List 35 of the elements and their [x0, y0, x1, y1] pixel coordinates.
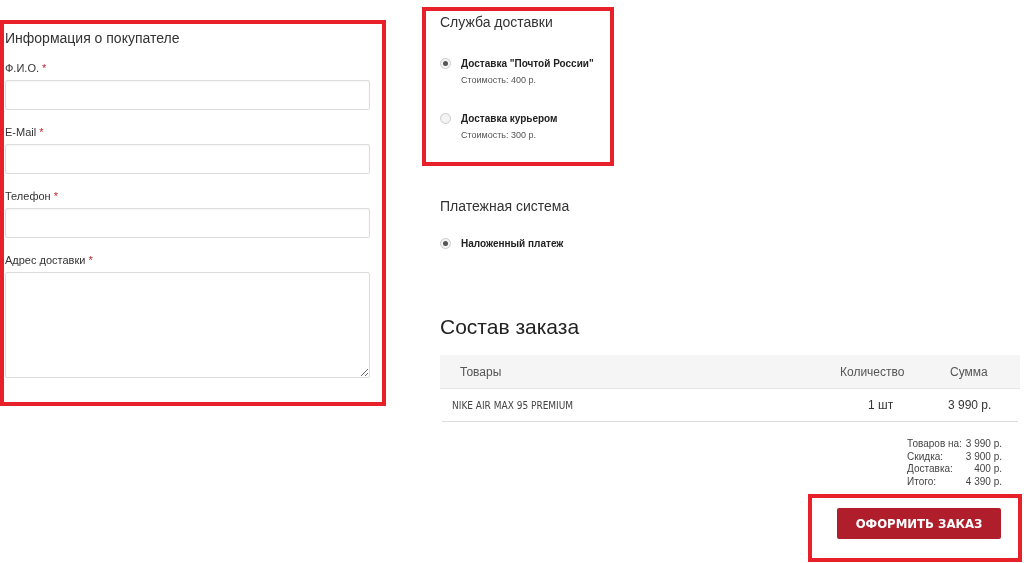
- field-label: Адрес доставки *: [5, 254, 94, 266]
- total-value: 400 р.: [973, 463, 1002, 476]
- input-field[interactable]: [5, 208, 370, 238]
- option-price: Стоимость: 400 р.: [461, 75, 538, 85]
- section-title: Служба доставки: [440, 14, 554, 30]
- total-value: 4 390 р.: [965, 475, 1002, 488]
- option-label: Доставка "Почтой России": [461, 58, 594, 69]
- field-label: E-Mail *: [5, 126, 45, 138]
- total-label: Доставка:: [907, 463, 954, 476]
- column-header: Количество: [840, 364, 906, 379]
- checkout-button[interactable]: ОФОРМИТЬ ЗАКАЗ: [837, 508, 1001, 539]
- option-price: Стоимость: 300 р.: [461, 130, 538, 140]
- input-field[interactable]: [5, 144, 370, 174]
- table-cell-text: 1 шт: [867, 398, 895, 412]
- table-cell-text: 3 990 р.: [948, 398, 993, 412]
- radio-button[interactable]: [440, 113, 451, 124]
- total-value: 3 900 р.: [965, 450, 1002, 463]
- table-cell-text: NIKE AIR MAX 95 PREMIUM: [451, 399, 575, 411]
- address-field[interactable]: [5, 272, 370, 378]
- total-value: 3 990 р.: [965, 438, 1002, 451]
- column-header: Сумма: [950, 364, 989, 379]
- total-label: Итого:: [907, 475, 938, 488]
- section-title: Платежная система: [440, 198, 571, 214]
- option-label: Доставка курьером: [461, 113, 558, 124]
- field-label: Телефон *: [5, 190, 59, 202]
- radio-button[interactable]: [440, 58, 451, 69]
- section-title: Информация о покупателе: [5, 30, 181, 46]
- field-label: Ф.И.О. *: [5, 62, 48, 74]
- total-label: Скидка:: [907, 450, 945, 463]
- option-label: Наложенный платеж: [461, 238, 564, 249]
- radio-button[interactable]: [440, 238, 451, 249]
- total-label: Товаров на:: [907, 438, 962, 451]
- input-field[interactable]: [5, 80, 370, 110]
- column-header: Товары: [459, 364, 503, 379]
- order-title: Состав заказа: [440, 315, 581, 339]
